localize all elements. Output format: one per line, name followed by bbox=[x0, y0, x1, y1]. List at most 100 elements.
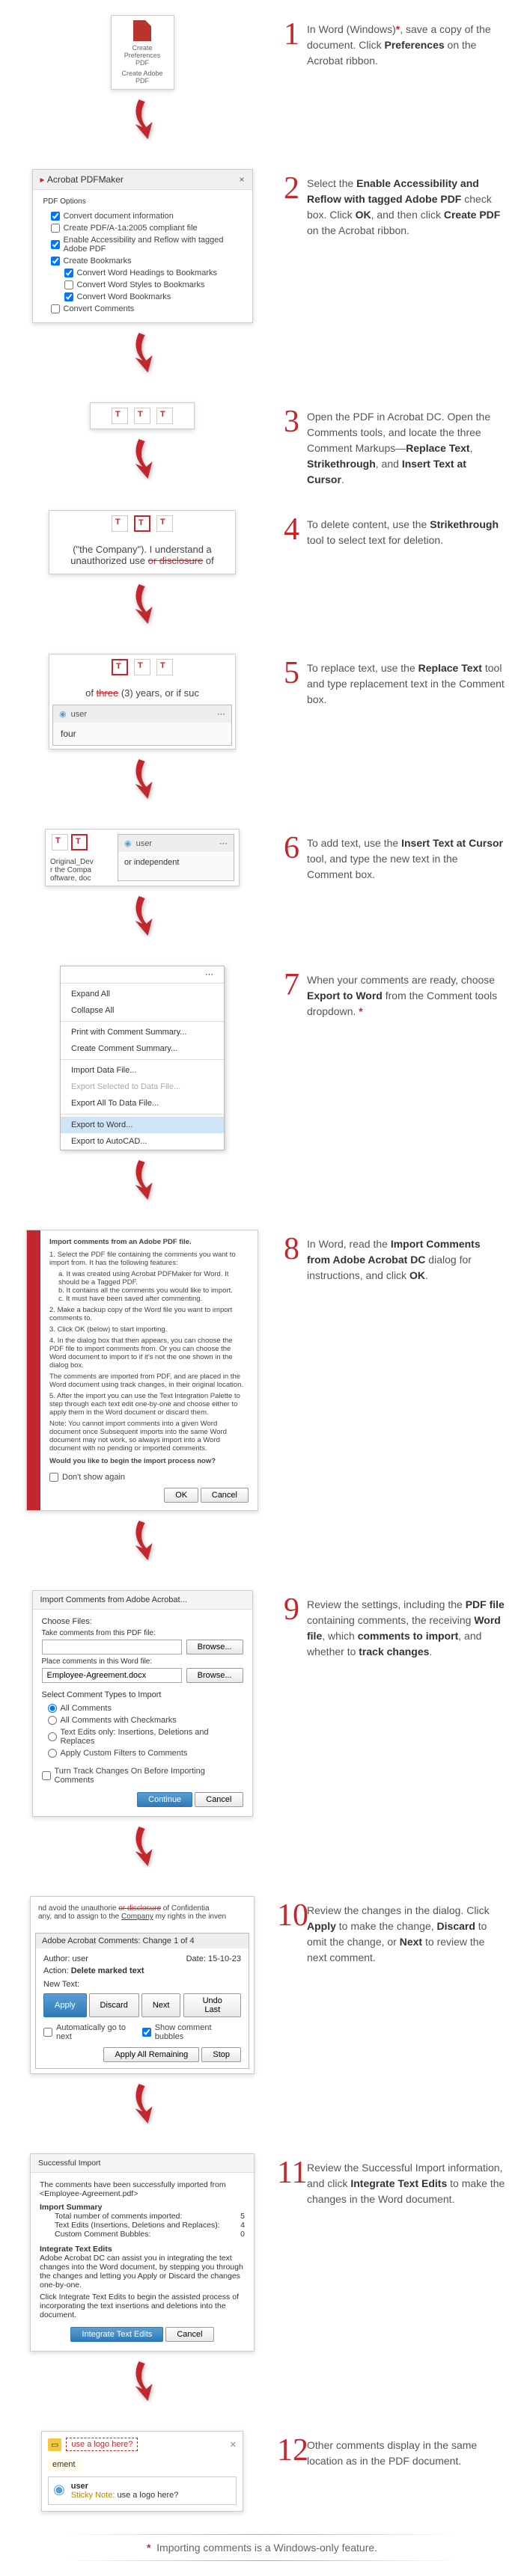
menu-item-export-word[interactable]: Export to Word... bbox=[61, 1117, 224, 1133]
more-icon[interactable]: ⋯ bbox=[217, 709, 225, 719]
show-bubbles-checkbox[interactable]: Show comment bubbles bbox=[142, 2022, 241, 2043]
dont-show-checkbox[interactable]: Don't show again bbox=[49, 1471, 249, 1483]
opt-pdfa[interactable]: Create PDF/A-1a:2005 compliant file bbox=[51, 222, 242, 234]
menu-item[interactable]: Import Data File... bbox=[61, 1062, 224, 1079]
step-text: Other comments display in the same locat… bbox=[307, 2435, 505, 2512]
step-text: When your comments are ready, choose Exp… bbox=[307, 969, 505, 1207]
step-text: Review the Successful Import information… bbox=[307, 2157, 505, 2408]
import-instructions-dialog: Import comments from an Adobe PDF file. … bbox=[26, 1230, 258, 1511]
insert-text-icon[interactable] bbox=[156, 408, 173, 424]
radio-all[interactable]: All Comments bbox=[48, 1702, 243, 1714]
track-changes-checkbox[interactable]: Turn Track Changes On Before Importing C… bbox=[42, 1765, 243, 1786]
more-icon[interactable]: ⋯ bbox=[219, 838, 228, 848]
opt-styles[interactable]: Convert Word Styles to Bookmarks bbox=[64, 279, 242, 291]
word-ribbon-icon: Create Preferences PDF Create Adobe PDF bbox=[111, 15, 174, 90]
step-text: In Word (Windows)*, save a copy of the d… bbox=[307, 19, 505, 147]
cancel-button[interactable]: Cancel bbox=[201, 1488, 249, 1503]
comment-input[interactable]: or independent bbox=[118, 852, 234, 873]
radio-custom[interactable]: Apply Custom Filters to Comments bbox=[48, 1747, 243, 1759]
step-text: Select the Enable Accessibility and Refl… bbox=[307, 173, 505, 380]
menu-item[interactable]: Export to AutoCAD... bbox=[61, 1133, 224, 1150]
more-icon[interactable]: ⋯ bbox=[61, 966, 224, 981]
pdfmaker-dialog: ▸ Acrobat PDFMaker× PDF Options Convert … bbox=[32, 169, 253, 323]
radio-checkmarks[interactable]: All Comments with Checkmarks bbox=[48, 1714, 243, 1726]
insert-text-icon[interactable] bbox=[156, 659, 173, 675]
sticky-note-example: ▭ use a logo here? ✕ ement ◉ userSticky … bbox=[41, 2431, 243, 2512]
menu-item[interactable]: Collapse All bbox=[61, 1002, 224, 1019]
replace-text-icon[interactable] bbox=[112, 659, 128, 675]
insert-text-icon[interactable] bbox=[71, 834, 88, 850]
strikethrough-example: ("the Company"). I understand aunauthori… bbox=[49, 510, 236, 574]
successful-import-dialog: Successful Import The comments have been… bbox=[30, 2153, 255, 2352]
opt-bookmarks[interactable]: Create Bookmarks bbox=[51, 255, 242, 267]
dialog-title-icon: ▸ bbox=[40, 174, 45, 185]
opt-comments[interactable]: Convert Comments bbox=[51, 303, 242, 315]
step-text: To delete content, use the Strikethrough… bbox=[307, 514, 505, 631]
undo-button[interactable]: Undo Last bbox=[183, 1993, 241, 2017]
apply-button[interactable]: Apply bbox=[43, 1993, 87, 2017]
apply-all-button[interactable]: Apply All Remaining bbox=[103, 2047, 199, 2062]
step-text: Open the PDF in Acrobat DC. Open the Com… bbox=[307, 406, 505, 488]
sticky-icon: ▭ bbox=[48, 2438, 61, 2451]
step-number: 3 bbox=[277, 406, 299, 488]
close-icon[interactable]: ✕ bbox=[230, 2440, 237, 2450]
change-review-panel: nd avoid the unauthorie or disclosure of… bbox=[30, 1896, 255, 2074]
menu-item[interactable]: Export Selected to Data File... bbox=[61, 1079, 224, 1095]
step-number: 10 bbox=[277, 1900, 299, 2131]
replace-text-icon[interactable] bbox=[52, 834, 68, 850]
step-number: 4 bbox=[277, 514, 299, 631]
opt-docinfo[interactable]: Convert document information bbox=[51, 210, 242, 222]
close-icon[interactable]: × bbox=[239, 174, 244, 185]
menu-item[interactable]: Print with Comment Summary... bbox=[61, 1024, 224, 1040]
step-text: In Word, read the Import Comments from A… bbox=[307, 1233, 505, 1568]
strikethrough-icon[interactable] bbox=[134, 515, 150, 532]
step-number: 11 bbox=[277, 2157, 299, 2408]
insert-text-icon[interactable] bbox=[156, 515, 173, 532]
replace-text-icon[interactable] bbox=[112, 408, 128, 424]
user-icon: ◉ bbox=[124, 838, 132, 848]
radio-textedits[interactable]: Text Edits only: Insertions, Deletions a… bbox=[48, 1726, 243, 1747]
step-text: To add text, use the Insert Text at Curs… bbox=[307, 832, 505, 943]
step-number: 6 bbox=[277, 832, 299, 943]
strikethrough-icon[interactable] bbox=[134, 659, 150, 675]
step-text: Review the settings, including the PDF f… bbox=[307, 1594, 505, 1874]
browse-button[interactable]: Browse... bbox=[186, 1640, 243, 1655]
insert-text-example: Original_Devr the Compaoftware, doc ◉use… bbox=[45, 829, 240, 886]
next-button[interactable]: Next bbox=[141, 1993, 181, 2017]
discard-button[interactable]: Discard bbox=[89, 1993, 139, 2017]
export-dropdown: ⋯ Expand All Collapse All Print with Com… bbox=[60, 966, 225, 1150]
user-icon: ◉ bbox=[53, 2482, 65, 2500]
integrate-button[interactable]: Integrate Text Edits bbox=[70, 2327, 163, 2342]
cancel-button[interactable]: Cancel bbox=[195, 1792, 243, 1807]
step-text: Review the changes in the dialog. Click … bbox=[307, 1900, 505, 2131]
opt-headings[interactable]: Convert Word Headings to Bookmarks bbox=[64, 267, 242, 279]
menu-item[interactable]: Create Comment Summary... bbox=[61, 1040, 224, 1057]
continue-button[interactable]: Continue bbox=[137, 1792, 192, 1807]
pdf-file-input[interactable] bbox=[42, 1640, 182, 1655]
opt-accessibility[interactable]: Enable Accessibility and Reflow with tag… bbox=[51, 234, 242, 255]
comment-toolbar bbox=[90, 402, 195, 429]
step-text: To replace text, use the Replace Text to… bbox=[307, 657, 505, 806]
step-number: 5 bbox=[277, 657, 299, 806]
stop-button[interactable]: Stop bbox=[201, 2047, 241, 2062]
cancel-button[interactable]: Cancel bbox=[165, 2327, 213, 2342]
opt-word-bookmarks[interactable]: Convert Word Bookmarks bbox=[64, 291, 242, 303]
footnote: * Importing comments is a Windows-only f… bbox=[15, 2534, 509, 2561]
step-number: 12 bbox=[277, 2435, 299, 2512]
menu-item[interactable]: Expand All bbox=[61, 986, 224, 1002]
user-icon: ◉ bbox=[59, 709, 67, 719]
step-number: 1 bbox=[277, 19, 299, 147]
comment-input[interactable]: four bbox=[53, 723, 231, 745]
step-number: 2 bbox=[277, 173, 299, 380]
auto-next-checkbox[interactable]: Automatically go to next bbox=[43, 2022, 142, 2043]
menu-item[interactable]: Export All To Data File... bbox=[61, 1095, 224, 1111]
replace-text-icon[interactable] bbox=[112, 515, 128, 532]
replace-text-example: of three (3) years, or if suc ◉user⋯ fou… bbox=[49, 654, 236, 749]
word-file-input[interactable] bbox=[42, 1668, 182, 1683]
strikethrough-icon[interactable] bbox=[134, 408, 150, 424]
ok-button[interactable]: OK bbox=[164, 1488, 198, 1503]
step-number: 9 bbox=[277, 1594, 299, 1874]
import-settings-dialog: Import Comments from Adobe Acrobat... Ch… bbox=[32, 1590, 253, 1817]
step-number: 8 bbox=[277, 1233, 299, 1568]
browse-button[interactable]: Browse... bbox=[186, 1668, 243, 1683]
